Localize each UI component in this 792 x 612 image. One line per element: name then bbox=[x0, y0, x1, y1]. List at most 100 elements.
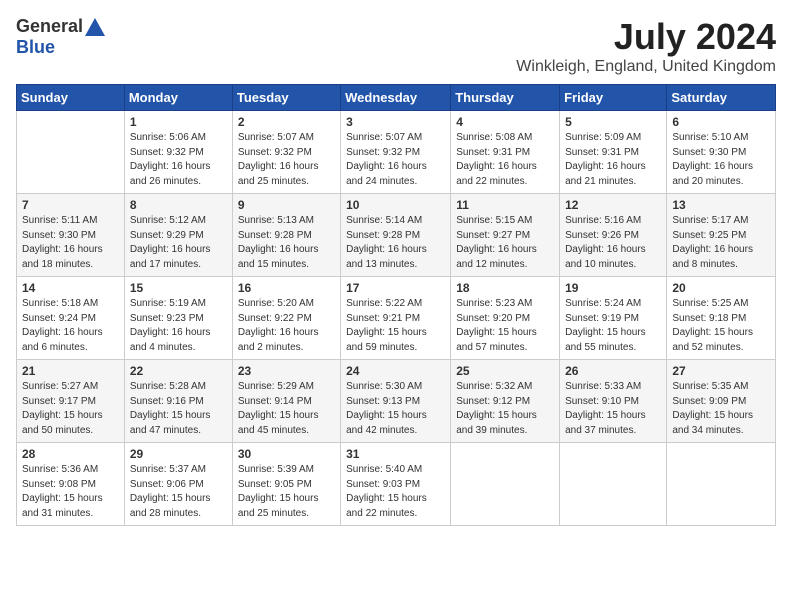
calendar-cell: 13 Sunrise: 5:17 AM Sunset: 9:25 PM Dayli… bbox=[667, 194, 776, 277]
calendar-cell: 8 Sunrise: 5:12 AM Sunset: 9:29 PM Daylig… bbox=[124, 194, 232, 277]
calendar-table: SundayMondayTuesdayWednesdayThursdayFrid… bbox=[16, 84, 776, 526]
calendar-cell: 14Sunrise: 5:18 AM Sunset: 9:24 PM Dayli… bbox=[17, 277, 125, 360]
calendar-cell: 26 Sunrise: 5:33 AM Sunset: 9:10 PM Dayli… bbox=[560, 360, 667, 443]
day-info: Sunrise: 5:16 AM Sunset: 9:26 PM Dayligh… bbox=[565, 214, 661, 272]
day-header-friday: Friday bbox=[560, 85, 667, 111]
calendar-cell: 12 Sunrise: 5:16 AM Sunset: 9:26 PM Dayli… bbox=[560, 194, 667, 277]
day-info: Sunrise: 5:08 AM Sunset: 9:31 PM Dayligh… bbox=[456, 131, 554, 189]
day-number: 24 bbox=[346, 364, 445, 378]
day-info: Sunrise: 5:28 AM Sunset: 9:16 PM Dayligh… bbox=[130, 380, 227, 438]
day-header-sunday: Sunday bbox=[17, 85, 125, 111]
calendar-cell: 22 Sunrise: 5:28 AM Sunset: 9:16 PM Dayli… bbox=[124, 360, 232, 443]
day-number: 17 bbox=[346, 281, 445, 295]
day-number: 2 bbox=[238, 115, 335, 129]
logo-blue: Blue bbox=[16, 37, 55, 58]
calendar-cell: 23Sunrise: 5:29 AM Sunset: 9:14 PM Dayli… bbox=[232, 360, 340, 443]
day-info: Sunrise: 5:27 AM Sunset: 9:17 PM Dayligh… bbox=[22, 380, 119, 438]
day-number: 8 bbox=[130, 198, 227, 212]
day-number: 7 bbox=[22, 198, 119, 212]
logo-icon bbox=[85, 18, 105, 36]
calendar-cell: 1Sunrise: 5:06 AM Sunset: 9:32 PM Daylig… bbox=[124, 111, 232, 194]
day-info: Sunrise: 5:17 AM Sunset: 9:25 PM Dayligh… bbox=[672, 214, 770, 272]
day-info: Sunrise: 5:36 AM Sunset: 9:08 PM Dayligh… bbox=[22, 463, 119, 521]
day-info: Sunrise: 5:09 AM Sunset: 9:31 PM Dayligh… bbox=[565, 131, 661, 189]
calendar-cell: 17 Sunrise: 5:22 AM Sunset: 9:21 PM Dayli… bbox=[341, 277, 451, 360]
day-number: 15 bbox=[130, 281, 227, 295]
calendar-cell: 19Sunrise: 5:24 AM Sunset: 9:19 PM Dayli… bbox=[560, 277, 667, 360]
day-number: 13 bbox=[672, 198, 770, 212]
calendar-cell: 30Sunrise: 5:39 AM Sunset: 9:05 PM Dayli… bbox=[232, 443, 340, 526]
day-info: Sunrise: 5:15 AM Sunset: 9:27 PM Dayligh… bbox=[456, 214, 554, 272]
day-number: 25 bbox=[456, 364, 554, 378]
header: General Blue July 2024 Winkleigh, Englan… bbox=[16, 16, 776, 76]
day-info: Sunrise: 5:20 AM Sunset: 9:22 PM Dayligh… bbox=[238, 297, 335, 355]
calendar-cell: 6 Sunrise: 5:10 AM Sunset: 9:30 PM Daylig… bbox=[667, 111, 776, 194]
day-number: 11 bbox=[456, 198, 554, 212]
day-header-wednesday: Wednesday bbox=[341, 85, 451, 111]
calendar-cell: 31Sunrise: 5:40 AM Sunset: 9:03 PM Dayli… bbox=[341, 443, 451, 526]
day-number: 22 bbox=[130, 364, 227, 378]
day-number: 6 bbox=[672, 115, 770, 129]
calendar-cell: 25 Sunrise: 5:32 AM Sunset: 9:12 PM Dayli… bbox=[451, 360, 560, 443]
calendar-cell bbox=[667, 443, 776, 526]
day-info: Sunrise: 5:39 AM Sunset: 9:05 PM Dayligh… bbox=[238, 463, 335, 521]
day-number: 27 bbox=[672, 364, 770, 378]
calendar-cell: 10 Sunrise: 5:14 AM Sunset: 9:28 PM Dayli… bbox=[341, 194, 451, 277]
day-info: Sunrise: 5:14 AM Sunset: 9:28 PM Dayligh… bbox=[346, 214, 445, 272]
day-header-tuesday: Tuesday bbox=[232, 85, 340, 111]
day-number: 29 bbox=[130, 447, 227, 461]
day-info: Sunrise: 5:32 AM Sunset: 9:12 PM Dayligh… bbox=[456, 380, 554, 438]
calendar-cell: 21Sunrise: 5:27 AM Sunset: 9:17 PM Dayli… bbox=[17, 360, 125, 443]
day-number: 28 bbox=[22, 447, 119, 461]
day-info: Sunrise: 5:23 AM Sunset: 9:20 PM Dayligh… bbox=[456, 297, 554, 355]
calendar-header-row: SundayMondayTuesdayWednesdayThursdayFrid… bbox=[17, 85, 776, 111]
day-number: 5 bbox=[565, 115, 661, 129]
day-info: Sunrise: 5:11 AM Sunset: 9:30 PM Dayligh… bbox=[22, 214, 119, 272]
day-number: 12 bbox=[565, 198, 661, 212]
day-info: Sunrise: 5:18 AM Sunset: 9:24 PM Dayligh… bbox=[22, 297, 119, 355]
day-header-saturday: Saturday bbox=[667, 85, 776, 111]
calendar-cell bbox=[560, 443, 667, 526]
day-number: 10 bbox=[346, 198, 445, 212]
calendar-cell: 24 Sunrise: 5:30 AM Sunset: 9:13 PM Dayli… bbox=[341, 360, 451, 443]
day-info: Sunrise: 5:37 AM Sunset: 9:06 PM Dayligh… bbox=[130, 463, 227, 521]
day-info: Sunrise: 5:10 AM Sunset: 9:30 PM Dayligh… bbox=[672, 131, 770, 189]
calendar-cell: 5 Sunrise: 5:09 AM Sunset: 9:31 PM Daylig… bbox=[560, 111, 667, 194]
calendar-cell: 16 Sunrise: 5:20 AM Sunset: 9:22 PM Dayli… bbox=[232, 277, 340, 360]
week-row-2: 7 Sunrise: 5:11 AM Sunset: 9:30 PM Daylig… bbox=[17, 194, 776, 277]
week-row-3: 14Sunrise: 5:18 AM Sunset: 9:24 PM Dayli… bbox=[17, 277, 776, 360]
day-number: 9 bbox=[238, 198, 335, 212]
calendar-cell bbox=[17, 111, 125, 194]
day-number: 16 bbox=[238, 281, 335, 295]
calendar-cell: 2 Sunrise: 5:07 AM Sunset: 9:32 PM Daylig… bbox=[232, 111, 340, 194]
title-area: July 2024 Winkleigh, England, United Kin… bbox=[516, 16, 776, 76]
calendar-cell: 29 Sunrise: 5:37 AM Sunset: 9:06 PM Dayli… bbox=[124, 443, 232, 526]
day-info: Sunrise: 5:35 AM Sunset: 9:09 PM Dayligh… bbox=[672, 380, 770, 438]
day-info: Sunrise: 5:07 AM Sunset: 9:32 PM Dayligh… bbox=[346, 131, 445, 189]
calendar-cell bbox=[451, 443, 560, 526]
logo: General Blue bbox=[16, 16, 107, 58]
week-row-5: 28 Sunrise: 5:36 AM Sunset: 9:08 PM Dayli… bbox=[17, 443, 776, 526]
day-number: 4 bbox=[456, 115, 554, 129]
day-info: Sunrise: 5:12 AM Sunset: 9:29 PM Dayligh… bbox=[130, 214, 227, 272]
day-info: Sunrise: 5:22 AM Sunset: 9:21 PM Dayligh… bbox=[346, 297, 445, 355]
day-header-monday: Monday bbox=[124, 85, 232, 111]
calendar-cell: 27 Sunrise: 5:35 AM Sunset: 9:09 PM Dayli… bbox=[667, 360, 776, 443]
calendar-cell: 4 Sunrise: 5:08 AM Sunset: 9:31 PM Daylig… bbox=[451, 111, 560, 194]
day-number: 3 bbox=[346, 115, 445, 129]
calendar-cell: 15Sunrise: 5:19 AM Sunset: 9:23 PM Dayli… bbox=[124, 277, 232, 360]
week-row-4: 21Sunrise: 5:27 AM Sunset: 9:17 PM Dayli… bbox=[17, 360, 776, 443]
day-header-thursday: Thursday bbox=[451, 85, 560, 111]
day-info: Sunrise: 5:07 AM Sunset: 9:32 PM Dayligh… bbox=[238, 131, 335, 189]
calendar-cell: 28 Sunrise: 5:36 AM Sunset: 9:08 PM Dayli… bbox=[17, 443, 125, 526]
calendar-cell: 7 Sunrise: 5:11 AM Sunset: 9:30 PM Daylig… bbox=[17, 194, 125, 277]
day-info: Sunrise: 5:33 AM Sunset: 9:10 PM Dayligh… bbox=[565, 380, 661, 438]
day-number: 26 bbox=[565, 364, 661, 378]
week-row-1: 1Sunrise: 5:06 AM Sunset: 9:32 PM Daylig… bbox=[17, 111, 776, 194]
day-info: Sunrise: 5:24 AM Sunset: 9:19 PM Dayligh… bbox=[565, 297, 661, 355]
calendar-cell: 18 Sunrise: 5:23 AM Sunset: 9:20 PM Dayli… bbox=[451, 277, 560, 360]
day-info: Sunrise: 5:30 AM Sunset: 9:13 PM Dayligh… bbox=[346, 380, 445, 438]
day-number: 1 bbox=[130, 115, 227, 129]
day-number: 18 bbox=[456, 281, 554, 295]
day-number: 20 bbox=[672, 281, 770, 295]
